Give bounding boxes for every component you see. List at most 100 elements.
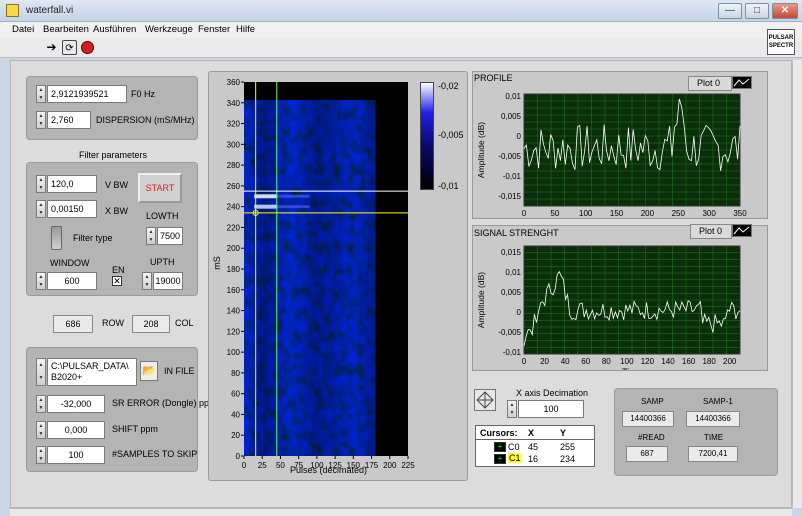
- cursor-c0-name[interactable]: C0: [508, 442, 520, 452]
- f0-spinner[interactable]: ▲ ▼: [36, 85, 46, 103]
- ytick-label: -0,01: [503, 348, 522, 357]
- run-continuous-icon[interactable]: ⟳: [62, 40, 77, 55]
- profile-legend-label[interactable]: Plot 0: [688, 76, 732, 91]
- cursor-c1-icon[interactable]: +: [494, 454, 506, 464]
- vi-icon: PULSAR SPECTR: [767, 29, 795, 55]
- xtick-label: 60: [581, 357, 590, 366]
- f0-input[interactable]: 2,9121939521: [47, 85, 127, 103]
- signal-legend-swatch[interactable]: [732, 224, 752, 237]
- menu-werkzeuge[interactable]: Werkzeuge: [145, 24, 193, 35]
- filter-type-switch[interactable]: [51, 226, 62, 250]
- cursor-c1-name[interactable]: C1: [508, 453, 522, 463]
- xtick-label: 200: [723, 357, 737, 366]
- in-file-spinner[interactable]: ▲ ▼: [36, 358, 46, 386]
- waterfall-xtick-label: 50: [276, 461, 285, 470]
- close-button[interactable]: ✕: [772, 3, 798, 19]
- upth-spinner[interactable]: ▲ ▼: [142, 272, 152, 290]
- sr-error-input[interactable]: -32,000: [47, 395, 105, 413]
- shift-input[interactable]: 0,000: [47, 421, 105, 439]
- menu-datei[interactable]: Datei: [12, 24, 34, 35]
- xbw-spinner[interactable]: ▲ ▼: [36, 200, 46, 218]
- sr-error-spinner[interactable]: ▲ ▼: [36, 395, 46, 413]
- signal-legend-label[interactable]: Plot 0: [690, 224, 732, 239]
- samples-group: [614, 388, 778, 476]
- menu-ausfuehren[interactable]: Ausführen: [93, 24, 136, 35]
- browse-folder-icon[interactable]: 📂: [140, 361, 158, 381]
- vbw-input[interactable]: 120,0: [47, 175, 97, 193]
- waterfall-xtick-label: 225: [401, 461, 415, 470]
- cursor-header-y: Y: [560, 428, 567, 438]
- window-title: waterfall.vi: [26, 5, 74, 16]
- waterfall-ytick-label: 240: [227, 203, 241, 212]
- ytick-label: 0,01: [505, 268, 521, 277]
- decimation-input[interactable]: 100: [518, 400, 584, 418]
- menu-fenster[interactable]: Fenster: [198, 24, 230, 35]
- ytick-label: -0,015: [498, 192, 521, 201]
- decimation-spinner[interactable]: ▲ ▼: [507, 400, 517, 418]
- waterfall-ytick-label: 340: [227, 99, 241, 108]
- read-indicator: 687: [626, 446, 668, 462]
- filter-type-label: Filter type: [73, 233, 113, 243]
- row-label: ROW: [102, 318, 124, 328]
- window-input[interactable]: 600: [47, 272, 97, 290]
- cursor-c0-icon[interactable]: +: [494, 442, 506, 452]
- upth-input[interactable]: 19000: [153, 272, 183, 290]
- horizontal-scrollbar[interactable]: [10, 508, 792, 516]
- ytick-label: -0,01: [503, 172, 522, 181]
- samples-skip-input[interactable]: 100: [47, 446, 105, 464]
- waterfall-ytick-label: 260: [227, 182, 241, 191]
- waterfall-ytick-label: 160: [227, 286, 241, 295]
- waterfall-y-axis-label: mS: [211, 256, 222, 270]
- waterfall-ytick-label: 320: [227, 120, 241, 129]
- title-bar: [0, 0, 802, 22]
- en-checkbox[interactable]: ✕: [112, 276, 122, 286]
- vertical-scrollbar[interactable]: [792, 60, 802, 508]
- lowth-input[interactable]: 7500: [157, 227, 183, 245]
- in-file-label: IN FILE: [164, 366, 195, 376]
- f0-label: F0 Hz: [131, 89, 156, 99]
- waterfall-xtick-label: 25: [258, 461, 267, 470]
- graph-navigation-icon[interactable]: [474, 389, 496, 411]
- abort-icon[interactable]: [80, 40, 95, 55]
- window-spinner[interactable]: ▲ ▼: [36, 272, 46, 290]
- menu-bearbeiten[interactable]: Bearbeiten: [43, 24, 89, 35]
- in-file-path[interactable]: C:\PULSAR_DATA\ B2020+: [47, 358, 137, 386]
- dispersion-input[interactable]: 2,760: [47, 111, 91, 129]
- waterfall-plot-area[interactable]: [244, 82, 408, 456]
- y-axis-label: Amplitude (dB): [476, 122, 486, 178]
- colorbar: [420, 82, 434, 190]
- cursor-legend[interactable]: Cursors: X Y + C0 45 255 + C1 16 234: [475, 425, 595, 467]
- profile-legend-swatch[interactable]: [732, 76, 752, 89]
- xbw-input[interactable]: 0,00150: [47, 200, 97, 218]
- shift-spinner[interactable]: ▲ ▼: [36, 421, 46, 439]
- waterfall-ytick-label: 80: [231, 369, 240, 378]
- menu-hilfe[interactable]: Hilfe: [236, 24, 255, 35]
- xtick-label: 200: [641, 209, 655, 216]
- waterfall-ytick-label: 100: [227, 348, 241, 357]
- waterfall-x-axis-label: Pulses (decimated): [290, 465, 368, 475]
- samp-indicator: 14400366: [622, 411, 674, 427]
- en-label: EN: [112, 265, 125, 275]
- minimize-button[interactable]: —: [718, 3, 742, 19]
- xtick-label: 350: [733, 209, 747, 216]
- lowth-spinner[interactable]: ▲ ▼: [146, 227, 156, 245]
- vbw-spinner[interactable]: ▲ ▼: [36, 175, 46, 193]
- profile-graph[interactable]: 0,01 0,005 0 -0,005 -0,01 -0,015 0 50 100 150 200 2…: [474, 90, 768, 216]
- col-label: COL: [175, 318, 194, 328]
- dispersion-spinner[interactable]: ▲ ▼: [36, 111, 46, 129]
- maximize-button[interactable]: □: [745, 3, 769, 19]
- decimation-label: X axis Decimation: [516, 388, 589, 398]
- start-button[interactable]: START: [138, 173, 182, 203]
- waterfall-intensity-graph[interactable]: 3603403203002802602402202001801601401201…: [216, 76, 416, 476]
- waterfall-xtick-label: 0: [242, 461, 247, 470]
- xtick-label: 80: [602, 357, 611, 366]
- signal-graph[interactable]: 0,0150,010,0050-0,005-0,010 20 40 60 80 100 12…: [474, 240, 768, 370]
- xtick-label: 40: [561, 357, 570, 366]
- samples-skip-spinner[interactable]: ▲ ▼: [36, 446, 46, 464]
- run-arrow-icon[interactable]: ➔: [44, 40, 59, 55]
- pulse-streak-tail: [276, 205, 310, 209]
- waterfall-ytick-label: 60: [231, 390, 240, 399]
- filter-parameters-title: Filter parameters: [79, 150, 148, 160]
- cursor-divider: [476, 439, 594, 440]
- row-indicator: 686: [53, 315, 93, 333]
